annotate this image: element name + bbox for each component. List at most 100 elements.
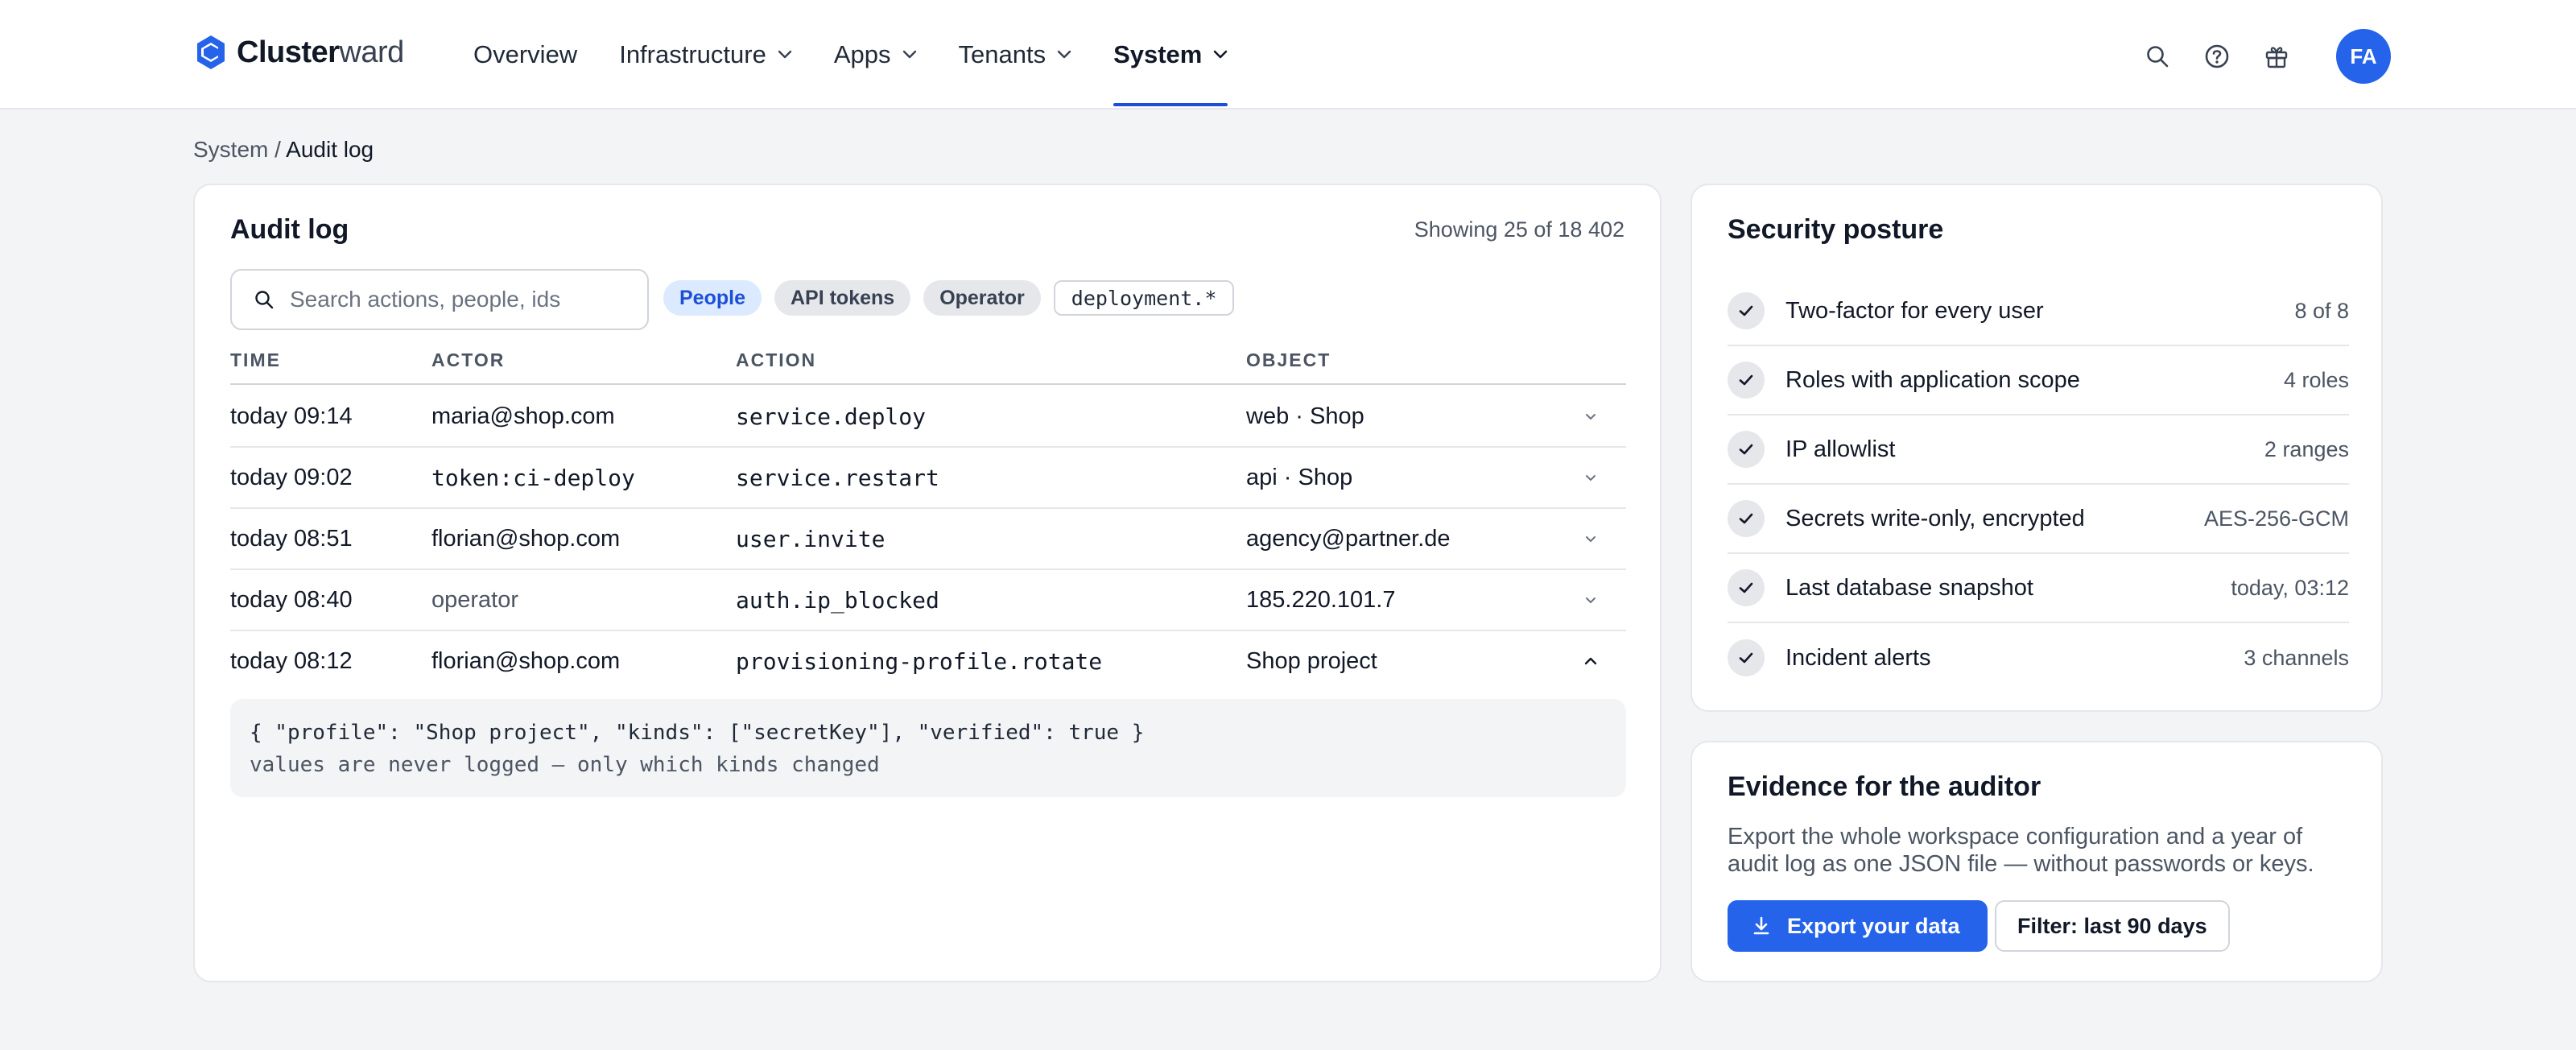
check-icon (1728, 362, 1765, 399)
collapse-row-toggle[interactable] (1575, 631, 1607, 691)
breadcrumb-parent[interactable]: System (193, 137, 268, 162)
table-row[interactable]: today 08:51 florian@shop.com user.invite… (230, 509, 1626, 570)
check-icon (1728, 639, 1765, 676)
chevron-down-icon (1586, 475, 1596, 482)
nav-item-apps[interactable]: Apps (834, 0, 917, 110)
brand-name: Clusterward (237, 35, 404, 70)
chevron-down-icon (1214, 50, 1228, 59)
search-input[interactable] (290, 287, 628, 312)
row-detail-panel: { "profile": "Shop project", "kinds": ["… (230, 699, 1626, 797)
cell-time: today 09:02 (230, 464, 353, 490)
check-icon (1728, 431, 1765, 468)
cell-actor: maria@shop.com (431, 403, 615, 429)
posture-value: today, 03:12 (2231, 575, 2349, 600)
chevron-down-icon (778, 50, 792, 59)
list-item: Incident alerts 3 channels (1728, 623, 2349, 692)
export-data-label: Export your data (1787, 913, 1960, 938)
filter-chip-people[interactable]: People (663, 280, 762, 316)
cell-action: service.deploy (736, 403, 927, 430)
list-item: IP allowlist 2 ranges (1728, 415, 2349, 485)
check-icon (1728, 292, 1765, 329)
brand-name-light: ward (339, 35, 404, 69)
cell-object: Shop project (1246, 647, 1377, 674)
evidence-description: Export the whole workspace configuration… (1728, 824, 2314, 877)
nav-item-system[interactable]: System (1113, 0, 1228, 110)
column-header-action[interactable]: ACTION (736, 349, 816, 371)
column-header-actor[interactable]: ACTOR (431, 349, 505, 371)
nav-label: Overview (473, 40, 578, 68)
chevron-down-icon (1586, 597, 1596, 604)
chevron-up-icon (1584, 657, 1597, 665)
export-data-button[interactable]: Export your data (1728, 900, 1988, 952)
breadcrumb: System / Audit log (193, 137, 374, 163)
brand-logo[interactable]: Clusterward (195, 34, 404, 71)
cell-time: today 08:12 (230, 647, 353, 674)
column-header-time[interactable]: TIME (230, 349, 281, 371)
help-icon (2205, 44, 2229, 68)
breadcrumb-current: Audit log (286, 137, 374, 162)
audit-search[interactable] (230, 269, 649, 330)
posture-label: Secrets write-only, encrypted (1785, 505, 2085, 531)
table-header: TIME ACTOR ACTION OBJECT (230, 345, 1626, 385)
main-nav: Overview Infrastructure Apps Tenants Sys… (473, 0, 1269, 110)
nav-item-tenants[interactable]: Tenants (959, 0, 1072, 110)
breadcrumb-separator: / (268, 137, 287, 162)
filter-chip-api-tokens[interactable]: API tokens (774, 280, 911, 316)
nav-item-infrastructure[interactable]: Infrastructure (619, 0, 792, 110)
posture-label: Roles with application scope (1785, 366, 2080, 393)
top-navigation-bar: Clusterward Overview Infrastructure Apps… (0, 0, 2576, 110)
search-button[interactable] (2141, 40, 2174, 72)
cell-actor: token:ci-deploy (431, 464, 635, 491)
cell-object: web · Shop (1246, 403, 1364, 429)
posture-label: Incident alerts (1785, 644, 1931, 671)
security-posture-card: Security posture Two-factor for every us… (1690, 184, 2383, 712)
cell-time: today 09:14 (230, 403, 353, 429)
audit-log-title: Audit log (230, 214, 349, 245)
column-header-object[interactable]: OBJECT (1246, 349, 1331, 371)
filter-chips: People API tokens Operator deployment.* (663, 280, 1247, 316)
security-posture-title: Security posture (1728, 214, 1944, 245)
cell-actor: florian@shop.com (431, 525, 621, 552)
nav-label: Infrastructure (619, 40, 766, 68)
list-item: Secrets write-only, encrypted AES-256-GC… (1728, 485, 2349, 554)
expand-row-toggle[interactable] (1575, 570, 1607, 630)
search-icon (2147, 46, 2169, 68)
nav-item-overview[interactable]: Overview (473, 0, 577, 110)
evidence-title: Evidence for the auditor (1728, 771, 2041, 802)
filter-range-button[interactable]: Filter: last 90 days (1995, 900, 2230, 952)
cell-action: user.invite (736, 525, 886, 552)
clusterward-logo-icon (197, 35, 225, 69)
nav-label: Apps (833, 40, 891, 68)
expand-row-toggle[interactable] (1575, 448, 1607, 507)
list-item: Last database snapshot today, 03:12 (1728, 554, 2349, 623)
filter-chip-deployment[interactable]: deployment.* (1053, 280, 1235, 316)
cell-action: service.restart (736, 464, 939, 491)
filter-chip-operator[interactable]: Operator (923, 280, 1041, 316)
nav-label: Tenants (958, 40, 1046, 68)
nav-label: System (1113, 40, 1203, 68)
check-icon (1728, 569, 1765, 606)
posture-label: IP allowlist (1785, 436, 1896, 462)
evidence-card: Evidence for the auditor Export the whol… (1690, 741, 2383, 982)
detail-json: { "profile": "Shop project", "kinds": ["… (250, 721, 1145, 745)
table-row[interactable]: today 09:14 maria@shop.com service.deplo… (230, 387, 1626, 448)
expand-row-toggle[interactable] (1575, 509, 1607, 568)
table-row-expanded[interactable]: today 08:12 florian@shop.com provisionin… (230, 631, 1626, 692)
posture-value: 4 roles (2283, 367, 2349, 392)
cell-action: provisioning-profile.rotate (736, 647, 1103, 675)
help-button[interactable] (2201, 40, 2233, 72)
whats-new-button[interactable] (2260, 40, 2293, 72)
posture-value: AES-256-GCM (2203, 506, 2349, 531)
result-count: Showing 25 of 18 402 (1414, 217, 1624, 242)
posture-list: Two-factor for every user 8 of 8 Roles w… (1728, 277, 2349, 692)
brand-name-bold: Cluster (237, 35, 340, 69)
audit-log-card: Audit log Showing 25 of 18 402 People AP… (193, 184, 1662, 982)
user-avatar[interactable]: FA (2336, 29, 2391, 84)
table-row[interactable]: today 09:02 token:ci-deploy service.rest… (230, 448, 1626, 509)
table-row[interactable]: today 08:40 operator auth.ip_blocked 185… (230, 570, 1626, 631)
cell-object: 185.220.101.7 (1246, 586, 1396, 613)
posture-label: Two-factor for every user (1785, 297, 2044, 324)
expand-row-toggle[interactable] (1575, 387, 1607, 446)
posture-value: 3 channels (2244, 645, 2349, 670)
cell-time: today 08:51 (230, 525, 353, 552)
